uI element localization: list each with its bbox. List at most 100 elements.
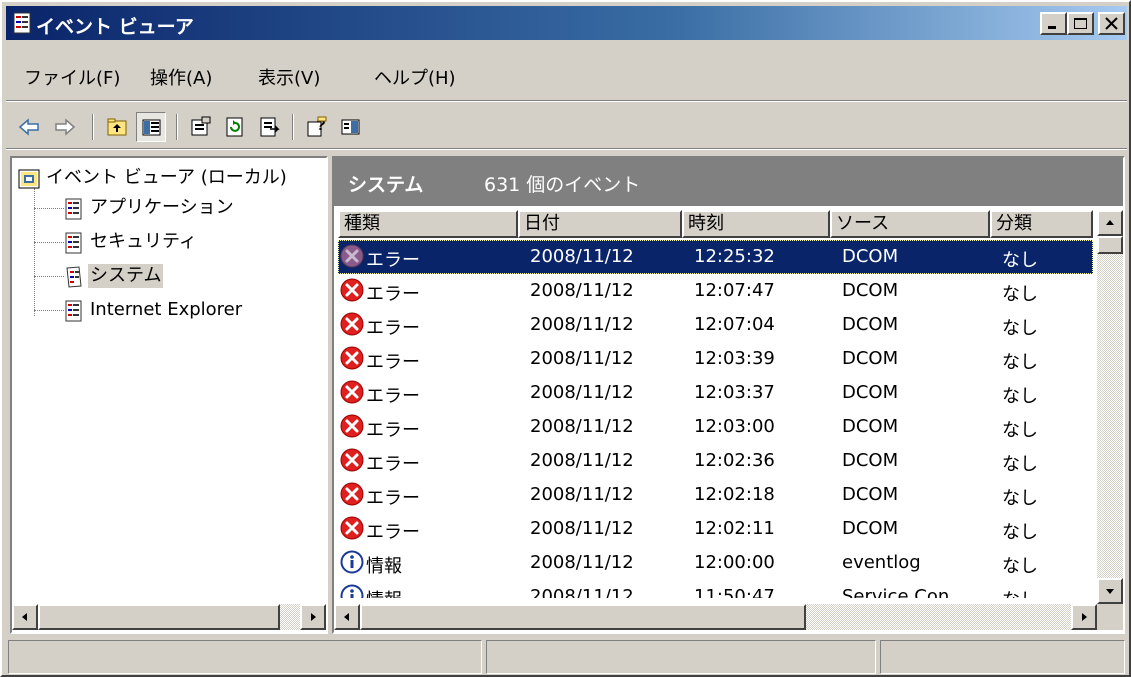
back-button[interactable] <box>14 112 44 142</box>
arrow-left-icon <box>344 613 349 621</box>
help-button[interactable]: ? <box>302 112 332 142</box>
scroll-corner <box>1097 604 1123 630</box>
cell-type: エラー <box>366 318 420 339</box>
list-vertical-scrollbar[interactable] <box>1097 210 1123 604</box>
cell-date: 2008/11/12 <box>530 450 634 471</box>
back-icon <box>18 118 39 136</box>
log-icon <box>65 198 82 220</box>
menu-help[interactable]: ヘルプ(H) <box>374 64 456 90</box>
cell-category: なし <box>1002 556 1038 577</box>
status-panel <box>486 640 876 674</box>
scroll-thumb[interactable] <box>38 604 280 630</box>
table-row[interactable]: エラー 2008/11/12 12:03:00 DCOM なし <box>338 410 1093 444</box>
cell-time: 12:02:18 <box>694 484 775 505</box>
cell-category: なし <box>1002 454 1038 475</box>
menu-action[interactable]: 操作(A) <box>150 64 212 90</box>
properties-button[interactable] <box>186 112 216 142</box>
close-button[interactable] <box>1098 12 1125 35</box>
event-list-pane: システム 631 個のイベント 種類 日付 時刻 ソース 分類 エラー 2008/… <box>332 156 1125 634</box>
table-row[interactable]: エラー 2008/11/12 12:02:36 DCOM なし <box>338 444 1093 478</box>
refresh-button[interactable] <box>220 112 250 142</box>
cell-category: なし <box>1002 488 1038 509</box>
minimize-button[interactable] <box>1040 12 1067 35</box>
cell-date: 2008/11/12 <box>530 348 634 369</box>
column-header-source[interactable]: ソース <box>830 210 990 238</box>
menu-view[interactable]: 表示(V) <box>258 64 320 90</box>
show-hide-action-pane-button[interactable] <box>336 112 366 142</box>
cell-category: なし <box>1002 522 1038 543</box>
tree-line <box>34 310 64 311</box>
cell-type: エラー <box>366 386 420 407</box>
table-row[interactable]: エラー 2008/11/12 12:03:37 DCOM なし <box>338 376 1093 410</box>
scroll-left-button[interactable] <box>334 604 360 630</box>
table-row[interactable]: エラー 2008/11/12 12:07:04 DCOM なし <box>338 308 1093 342</box>
tree-line <box>34 208 64 209</box>
menu-file[interactable]: ファイル(F) <box>24 64 120 90</box>
cell-date: 2008/11/12 <box>530 382 634 403</box>
cell-category: なし <box>1002 420 1038 441</box>
title-bar[interactable]: イベント ビューア <box>6 6 1127 40</box>
table-row[interactable]: 情報 2008/11/12 11:50:47 Service Con... なし <box>338 580 1093 598</box>
table-row[interactable]: エラー 2008/11/12 12:02:11 DCOM なし <box>338 512 1093 546</box>
arrow-left-icon <box>22 613 27 621</box>
scroll-right-button[interactable] <box>300 604 326 630</box>
toolbar-separator-bottom <box>6 148 1127 150</box>
forward-icon <box>55 118 76 136</box>
info-icon <box>340 550 364 574</box>
table-row[interactable]: エラー 2008/11/12 12:07:47 DCOM なし <box>338 274 1093 308</box>
table-row[interactable]: エラー 2008/11/12 12:02:18 DCOM なし <box>338 478 1093 512</box>
scroll-thumb[interactable] <box>360 604 806 630</box>
tree-item-label: システム <box>88 264 164 288</box>
tree-item-label: セキュリティ <box>90 231 197 252</box>
up-folder-button[interactable] <box>102 112 132 142</box>
cell-category: なし <box>1002 318 1038 339</box>
maximize-button[interactable] <box>1067 12 1094 35</box>
list-horizontal-scrollbar[interactable] <box>334 604 1097 630</box>
column-header-time[interactable]: 時刻 <box>682 210 830 238</box>
cell-type: エラー <box>366 250 420 271</box>
tree-item-label: アプリケーション <box>90 197 234 218</box>
cell-type: エラー <box>366 488 420 509</box>
up-folder-icon <box>107 118 127 136</box>
scroll-left-button[interactable] <box>12 604 38 630</box>
column-header-row: 種類 日付 時刻 ソース 分類 <box>338 210 1093 238</box>
close-icon <box>1105 17 1118 30</box>
minimize-icon <box>1048 26 1056 29</box>
column-header-category[interactable]: 分類 <box>990 210 1093 238</box>
menu-separator <box>6 100 1127 102</box>
cell-date: 2008/11/12 <box>530 518 634 539</box>
error-icon <box>340 346 364 370</box>
error-icon <box>340 414 364 438</box>
column-header-type[interactable]: 種類 <box>338 210 518 238</box>
table-row[interactable]: エラー 2008/11/12 12:25:32 DCOM なし <box>338 240 1093 274</box>
cell-date: 2008/11/12 <box>530 552 634 573</box>
cell-type: エラー <box>366 284 420 305</box>
cell-source: DCOM <box>842 348 899 369</box>
console-tree: イベント ビューア (ローカル) アプリケーション セキュリティ システム In… <box>10 156 328 634</box>
cell-type: 情報 <box>366 586 402 598</box>
scroll-down-button[interactable] <box>1097 578 1123 604</box>
cell-time: 12:03:37 <box>694 382 775 403</box>
error-icon <box>340 244 364 268</box>
show-hide-tree-button[interactable] <box>136 112 166 142</box>
cell-source: DCOM <box>842 416 899 437</box>
show-hide-action-pane-icon <box>341 119 360 135</box>
column-header-date[interactable]: 日付 <box>518 210 682 238</box>
window-title: イベント ビューア <box>36 16 194 38</box>
event-viewer-window: イベント ビューア ファイル(F) 操作(A) 表示(V) ヘルプ(H) ? イ… <box>0 0 1131 677</box>
scroll-up-button[interactable] <box>1097 210 1123 236</box>
cell-time: 12:25:32 <box>694 246 775 267</box>
export-list-button[interactable] <box>254 112 284 142</box>
table-row[interactable]: エラー 2008/11/12 12:03:39 DCOM なし <box>338 342 1093 376</box>
cell-source: DCOM <box>842 246 899 267</box>
show-hide-tree-icon <box>142 119 161 136</box>
toolbar-separator <box>176 114 178 140</box>
scroll-thumb[interactable] <box>1097 236 1123 254</box>
table-row[interactable]: 情報 2008/11/12 12:00:00 eventlog なし <box>338 546 1093 580</box>
tree-horizontal-scrollbar[interactable] <box>12 604 326 630</box>
refresh-icon <box>226 117 243 137</box>
scroll-right-button[interactable] <box>1071 604 1097 630</box>
event-rows: エラー 2008/11/12 12:25:32 DCOM なし エラー 2008/11/12… <box>338 238 1093 598</box>
error-icon <box>340 482 364 506</box>
forward-button[interactable] <box>50 112 80 142</box>
